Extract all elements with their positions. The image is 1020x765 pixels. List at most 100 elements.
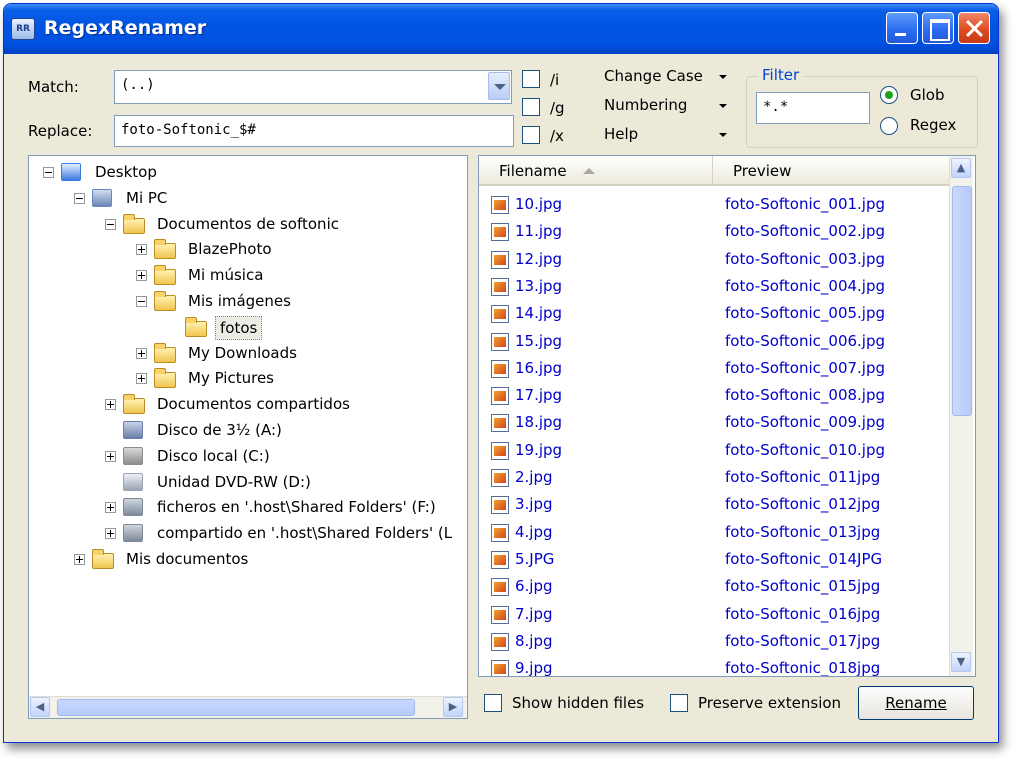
list-vertical-scrollbar[interactable]: ▲ ▼ [949, 156, 973, 676]
tree-item[interactable]: Disco de 3½ (A:) [29, 418, 465, 442]
tree-item[interactable]: Mi PC [29, 186, 465, 210]
minimize-button[interactable] [886, 12, 918, 44]
tree-item[interactable]: BlazePhoto [29, 237, 465, 261]
tree-item[interactable]: compartido en '.host\Shared Folders' (L [29, 521, 465, 545]
file-row[interactable]: 8.jpg foto-Softonic_017jpg [479, 628, 949, 655]
file-row[interactable]: 18.jpg foto-Softonic_009.jpg [479, 409, 949, 436]
tree-item[interactable]: Documentos compartidos [29, 392, 465, 416]
tree-horizontal-scrollbar[interactable]: ◀ ▶ [29, 696, 467, 718]
expand-icon[interactable] [136, 347, 147, 359]
tree-item[interactable]: fotos [29, 315, 465, 340]
file-row[interactable]: 13.jpg foto-Softonic_004.jpg [479, 273, 949, 300]
collapse-icon[interactable] [74, 192, 85, 204]
option-i-checkbox[interactable] [522, 70, 540, 88]
file-row[interactable]: 3.jpg foto-Softonic_012jpg [479, 491, 949, 518]
title-bar[interactable]: RR RegexRenamer [4, 4, 998, 54]
image-file-icon [491, 632, 509, 651]
file-row[interactable]: 12.jpg foto-Softonic_003.jpg [479, 246, 949, 273]
filename-cell: 15.jpg [515, 331, 563, 350]
file-row[interactable]: 16.jpg foto-Softonic_007.jpg [479, 355, 949, 382]
tree-item[interactable]: Mi música [29, 263, 465, 287]
filename-column-header[interactable]: Filename [479, 156, 713, 184]
match-value: (..) [121, 77, 155, 93]
tree-item[interactable]: Documentos de softonic [29, 212, 465, 236]
match-combobox[interactable]: (..) [114, 70, 512, 104]
collapse-icon[interactable] [105, 218, 116, 230]
file-row[interactable]: 10.jpg foto-Softonic_001.jpg [479, 191, 949, 218]
preview-cell: foto-Softonic_016jpg [725, 604, 881, 623]
replace-input[interactable]: foto-Softonic_$# [114, 115, 514, 147]
network-drive-icon [123, 524, 143, 543]
folder-icon [123, 213, 145, 234]
tree-item[interactable]: Desktop [29, 160, 465, 184]
expand-icon[interactable] [136, 373, 147, 385]
change-case-menu[interactable]: Change Case [604, 67, 703, 85]
scroll-down-button[interactable]: ▼ [951, 652, 971, 672]
folder-icon [123, 394, 145, 415]
image-file-icon [491, 441, 509, 460]
option-g-checkbox[interactable] [522, 98, 540, 116]
preview-column-header[interactable]: Preview [713, 156, 949, 184]
preview-cell: foto-Softonic_018jpg [725, 659, 881, 677]
list-scroll-thumb[interactable] [952, 186, 972, 416]
collapse-icon[interactable] [43, 167, 54, 178]
expand-icon[interactable] [105, 502, 116, 514]
file-row[interactable]: 19.jpg foto-Softonic_010.jpg [479, 437, 949, 464]
filter-input[interactable]: *.* [756, 92, 870, 124]
file-row[interactable]: 15.jpg foto-Softonic_006.jpg [479, 328, 949, 355]
file-row[interactable]: 7.jpg foto-Softonic_016jpg [479, 601, 949, 628]
file-row[interactable]: 14.jpg foto-Softonic_005.jpg [479, 300, 949, 327]
network-drive-icon [123, 498, 143, 517]
preview-cell: foto-Softonic_003.jpg [725, 249, 886, 268]
filename-cell: 19.jpg [515, 440, 563, 459]
show-hidden-checkbox[interactable] [484, 694, 502, 712]
help-menu[interactable]: Help [604, 125, 638, 143]
glob-radio[interactable] [880, 86, 898, 104]
tree-item[interactable]: Mis imágenes [29, 289, 465, 313]
expand-icon[interactable] [105, 528, 116, 540]
file-list[interactable]: Filename Preview 10.jpg foto-Softonic_001… [478, 155, 976, 677]
expand-icon[interactable] [105, 399, 116, 411]
option-g-label: /g [550, 99, 565, 117]
file-row[interactable]: 9.jpg foto-Softonic_018jpg [479, 655, 949, 677]
image-file-icon [491, 223, 509, 242]
image-file-icon [491, 605, 509, 624]
tree-item[interactable]: My Downloads [29, 341, 465, 365]
tree-item[interactable]: ficheros en '.host\Shared Folders' (F:) [29, 495, 465, 519]
preview-cell: foto-Softonic_014JPG [725, 549, 883, 568]
tree-item-label: Mis documentos [126, 550, 249, 568]
tree-item[interactable]: Mis documentos [29, 547, 465, 571]
folder-tree[interactable]: Desktop Mi PC Documentos de softonic BlazeP… [28, 155, 468, 719]
drive-icon [123, 446, 143, 465]
rename-button[interactable]: Rename [858, 686, 974, 720]
expand-icon[interactable] [105, 450, 116, 462]
option-x-checkbox[interactable] [522, 126, 540, 144]
tree-item[interactable]: Disco local (C:) [29, 444, 465, 468]
file-row[interactable]: 11.jpg foto-Softonic_002.jpg [479, 218, 949, 245]
file-row[interactable]: 6.jpg foto-Softonic_015jpg [479, 573, 949, 600]
file-row[interactable]: 4.jpg foto-Softonic_013jpg [479, 519, 949, 546]
maximize-button[interactable] [922, 12, 954, 44]
tree-item[interactable]: My Pictures [29, 366, 465, 390]
file-row[interactable]: 17.jpg foto-Softonic_008.jpg [479, 382, 949, 409]
scroll-left-button[interactable]: ◀ [30, 697, 50, 717]
option-i-label: /i [550, 71, 560, 89]
file-row[interactable]: 2.jpg foto-Softonic_011jpg [479, 464, 949, 491]
tree-scroll-thumb[interactable] [57, 699, 415, 716]
tree-item-label: BlazePhoto [188, 240, 272, 259]
file-row[interactable]: 5.JPG foto-Softonic_014JPG [479, 546, 949, 573]
close-button[interactable] [958, 12, 990, 44]
expand-icon[interactable] [136, 244, 147, 256]
scroll-up-button[interactable]: ▲ [951, 158, 971, 178]
expand-icon[interactable] [136, 270, 147, 282]
sort-ascending-icon [583, 168, 595, 174]
numbering-menu[interactable]: Numbering [604, 96, 687, 114]
tree-item[interactable]: Unidad DVD-RW (D:) [29, 470, 465, 494]
filename-cell: 14.jpg [515, 304, 563, 323]
preserve-extension-checkbox[interactable] [670, 694, 688, 712]
regex-radio[interactable] [880, 117, 898, 135]
match-dropdown-button[interactable] [488, 72, 510, 100]
scroll-right-button[interactable]: ▶ [443, 697, 463, 717]
expand-icon[interactable] [74, 554, 85, 565]
collapse-icon[interactable] [136, 296, 147, 307]
